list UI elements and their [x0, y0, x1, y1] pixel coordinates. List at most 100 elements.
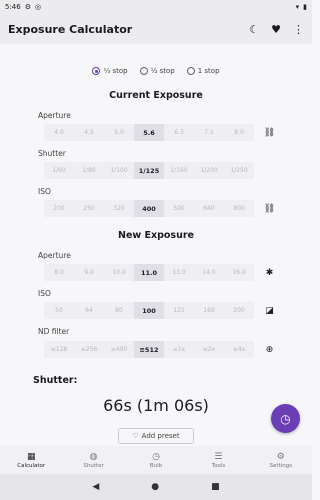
value-cell[interactable]: 80	[104, 302, 134, 319]
radio-icon	[186, 67, 195, 75]
current-aperture-strip[interactable]: 4.0 4.5 5.0 5.6 6.3 7.1 8.0	[44, 124, 254, 141]
stop-option-full[interactable]: 1 stop	[186, 67, 220, 75]
nav-calculator[interactable]: ▦ Calculator	[0, 446, 62, 474]
sliders-icon: ☰	[214, 451, 223, 462]
calculator-icon: ▦	[26, 451, 36, 462]
value-cell[interactable]: 125	[164, 302, 194, 319]
value-cell[interactable]: 1/160	[164, 162, 194, 179]
value-cell[interactable]: 11.0	[134, 264, 164, 281]
value-cell[interactable]: 8.0	[44, 264, 74, 281]
dark-mode-icon[interactable]: ☾	[249, 23, 259, 36]
status-bar: 5:46 ⚙ ◎ ▾ ▮	[0, 0, 312, 14]
value-cell[interactable]: 1/200	[194, 162, 224, 179]
nav-shutter[interactable]: ◍ Shutter	[62, 446, 124, 474]
value-cell[interactable]: 50	[44, 302, 74, 319]
notification-icon-2: ◎	[35, 3, 42, 11]
recents-icon[interactable]: ■	[211, 482, 220, 492]
stop-option-label: ½ stop	[150, 67, 175, 75]
nd-filter-strip[interactable]: ≡128 ≡256 ≡400 ≡512 ≡1x ≡2x ≡4x	[44, 341, 254, 358]
value-cell[interactable]: 9.0	[74, 264, 104, 281]
wifi-icon: ▾	[295, 3, 300, 11]
add-preset-label: Add preset	[141, 432, 180, 440]
stop-option-half[interactable]: ½ stop	[139, 67, 175, 75]
link-off-icon-2[interactable]: ⛓	[264, 203, 275, 214]
value-cell[interactable]: ≡2x	[194, 341, 224, 358]
current-iso-strip[interactable]: 200 250 320 400 500 640 800	[44, 200, 254, 217]
value-cell[interactable]: 13.0	[164, 264, 194, 281]
exposure-icon[interactable]: ◪	[264, 305, 275, 316]
value-cell[interactable]: 6.3	[164, 124, 194, 141]
nav-label: Settings	[269, 462, 293, 469]
status-time: 5:46	[5, 3, 21, 11]
value-cell[interactable]: 1/125	[134, 162, 164, 179]
link-off-icon[interactable]: ⛓	[264, 127, 275, 138]
bottom-nav: ▦ Calculator ◍ Shutter ◷ Bulb ☰ Tools ⚙ …	[0, 446, 312, 474]
value-cell[interactable]: ≡4x	[224, 341, 254, 358]
value-cell[interactable]: 160	[194, 302, 224, 319]
value-cell[interactable]: 4.5	[74, 124, 104, 141]
current-shutter-label: Shutter	[38, 149, 66, 158]
value-cell[interactable]: 16.0	[224, 264, 254, 281]
value-cell[interactable]: 640	[194, 200, 224, 217]
value-cell[interactable]: 5.0	[104, 124, 134, 141]
value-cell[interactable]: 4.0	[44, 124, 74, 141]
nav-bulb[interactable]: ◷ Bulb	[125, 446, 187, 474]
heart-outline-icon: ♡	[132, 432, 139, 440]
aperture-icon[interactable]: ✱	[264, 267, 275, 278]
favorite-heart-icon[interactable]: ♥	[271, 23, 281, 36]
value-cell[interactable]: ≡128	[44, 341, 74, 358]
stop-option-label: 1 stop	[197, 67, 220, 75]
value-cell[interactable]: 14.0	[194, 264, 224, 281]
value-cell[interactable]: ≡256	[74, 341, 104, 358]
value-cell[interactable]: 1/100	[104, 162, 134, 179]
value-cell[interactable]: 400	[134, 200, 164, 217]
app-bar: Exposure Calculator ☾ ♥ ⋮	[0, 14, 312, 44]
value-cell[interactable]: 320	[104, 200, 134, 217]
battery-icon: ▮	[303, 3, 307, 11]
nav-tools[interactable]: ☰ Tools	[187, 446, 249, 474]
new-iso-label: ISO	[38, 289, 51, 298]
new-aperture-label: Aperture	[38, 251, 71, 260]
value-cell[interactable]: 10.0	[104, 264, 134, 281]
add-preset-button[interactable]: ♡ Add preset	[118, 428, 194, 444]
new-iso-strip[interactable]: 50 64 80 100 125 160 200	[44, 302, 254, 319]
more-menu-icon[interactable]: ⋮	[293, 23, 304, 36]
value-cell[interactable]: 5.6	[134, 124, 164, 141]
value-cell[interactable]: 1/250	[224, 162, 254, 179]
value-cell[interactable]: ≡512	[134, 341, 164, 358]
current-exposure-title: Current Exposure	[109, 90, 203, 101]
shutter-result-label: Shutter:	[33, 375, 78, 386]
timer-fab[interactable]: ◷	[271, 404, 300, 433]
current-shutter-strip[interactable]: 1/60 1/80 1/100 1/125 1/160 1/200 1/250	[44, 162, 254, 179]
new-exposure-title: New Exposure	[118, 230, 194, 241]
new-aperture-strip[interactable]: 8.0 9.0 10.0 11.0 13.0 14.0 16.0	[44, 264, 254, 281]
value-cell[interactable]: 200	[224, 302, 254, 319]
nav-label: Calculator	[17, 462, 46, 469]
value-cell[interactable]: 1/80	[74, 162, 104, 179]
value-cell[interactable]: 7.1	[194, 124, 224, 141]
app-title: Exposure Calculator	[8, 22, 133, 36]
value-cell[interactable]: 200	[44, 200, 74, 217]
stop-option-third[interactable]: ⅓ stop	[92, 67, 128, 75]
back-icon[interactable]: ◀	[92, 482, 99, 492]
value-cell[interactable]: 800	[224, 200, 254, 217]
value-cell[interactable]: ≡1x	[164, 341, 194, 358]
add-circle-icon[interactable]: ⊕	[264, 344, 275, 355]
system-nav-bar: ◀ ● ■	[0, 474, 312, 500]
value-cell[interactable]: 500	[164, 200, 194, 217]
value-cell[interactable]: 64	[74, 302, 104, 319]
value-cell[interactable]: 8.0	[224, 124, 254, 141]
stopwatch-icon: ◷	[280, 411, 291, 426]
notification-icon: ⚙	[24, 3, 32, 11]
gear-icon: ⚙	[276, 451, 285, 462]
nav-label: Bulb	[149, 462, 163, 469]
home-icon[interactable]: ●	[151, 482, 159, 492]
value-cell[interactable]: ≡400	[104, 341, 134, 358]
value-cell[interactable]: 1/60	[44, 162, 74, 179]
value-cell[interactable]: 100	[134, 302, 164, 319]
value-cell[interactable]: 250	[74, 200, 104, 217]
nav-settings[interactable]: ⚙ Settings	[250, 446, 312, 474]
clock-icon: ◷	[152, 451, 160, 462]
stop-selector: ⅓ stop ½ stop 1 stop	[0, 67, 312, 75]
radio-icon	[92, 67, 101, 75]
